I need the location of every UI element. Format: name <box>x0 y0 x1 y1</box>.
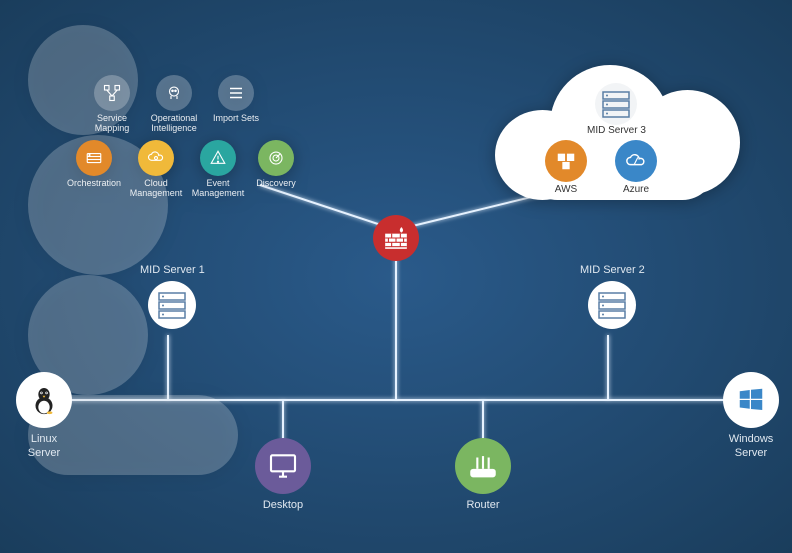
orchestration-item: Orchestration <box>68 140 120 199</box>
event-management-label: Event Management <box>192 179 245 199</box>
router-label: Router <box>466 498 499 512</box>
capabilities-cloud: Service Mapping Operational Intelligence… <box>28 25 308 195</box>
import-sets-label: Import Sets <box>213 114 259 124</box>
windows-icon <box>723 372 779 428</box>
mid-server-3-label: MID Server 3 <box>587 125 646 136</box>
discovery-label: Discovery <box>256 179 296 189</box>
aws-label: AWS <box>555 184 577 195</box>
operational-intelligence-item: Operational Intelligence <box>148 75 200 134</box>
orchestration-icon <box>76 140 112 176</box>
desktop-node: Desktop <box>255 438 311 512</box>
orchestration-label: Orchestration <box>67 179 121 189</box>
monitor-icon <box>255 438 311 494</box>
mid-server-1-label: MID Server 1 <box>140 263 205 277</box>
server-icon <box>595 83 637 125</box>
linux-server-label: Linux Server <box>28 432 60 461</box>
brain-icon <box>156 75 192 111</box>
mid-server-2-label: MID Server 2 <box>580 263 645 277</box>
radar-icon <box>258 140 294 176</box>
service-mapping-label: Service Mapping <box>86 114 138 134</box>
cloud-gear-icon <box>138 140 174 176</box>
linux-icon <box>16 372 72 428</box>
mid-server-2-node: MID Server 2 <box>580 263 645 329</box>
import-sets-item: Import Sets <box>210 75 262 134</box>
router-node: Router <box>455 438 511 512</box>
discovery-item: Discovery <box>254 140 298 199</box>
router-icon <box>455 438 511 494</box>
firewall-node <box>373 215 419 261</box>
aws-item: AWS <box>545 140 587 195</box>
mid-server-3-item: MID Server 3 <box>587 83 646 136</box>
server-icon <box>148 281 196 329</box>
windows-server-label: Windows Server <box>729 432 774 461</box>
windows-server-node: Windows Server <box>723 372 779 461</box>
list-icon <box>218 75 254 111</box>
azure-icon <box>615 140 657 182</box>
server-icon <box>588 281 636 329</box>
service-mapping-icon <box>94 75 130 111</box>
alert-icon <box>200 140 236 176</box>
mid-server-1-node: MID Server 1 <box>140 263 205 329</box>
desktop-label: Desktop <box>263 498 303 512</box>
cloud-providers-cloud: MID Server 3 AWS Azure <box>495 55 740 200</box>
firewall-icon <box>383 225 409 251</box>
cloud-management-label: Cloud Management <box>130 179 183 199</box>
linux-server-node: Linux Server <box>16 372 72 461</box>
aws-icon <box>545 140 587 182</box>
operational-intelligence-label: Operational Intelligence <box>148 114 200 134</box>
event-management-item: Event Management <box>192 140 244 199</box>
cloud-management-item: Cloud Management <box>130 140 182 199</box>
service-mapping-item: Service Mapping <box>86 75 138 134</box>
azure-label: Azure <box>623 184 649 195</box>
azure-item: Azure <box>615 140 657 195</box>
